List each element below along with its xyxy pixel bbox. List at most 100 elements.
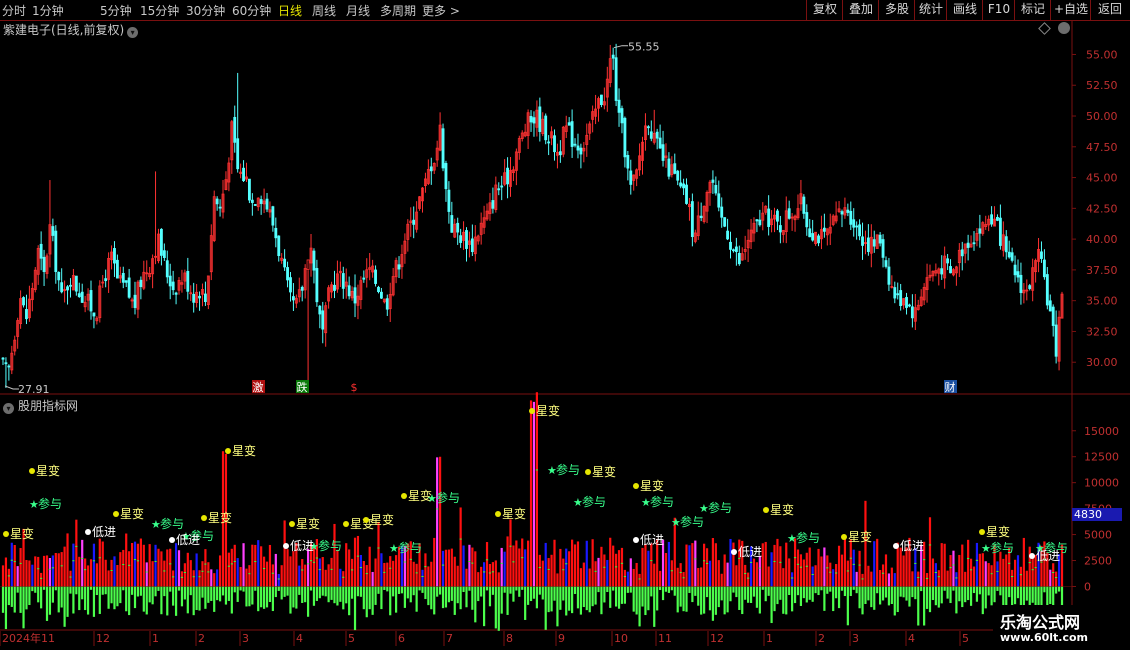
candle-body [1013, 264, 1017, 276]
indicator-neg-bar [893, 586, 896, 616]
indicator-neg-bar [969, 586, 973, 606]
chevron-down-icon[interactable]: ▾ [127, 27, 139, 38]
indicator-bar [964, 571, 967, 587]
indicator-bar [902, 555, 905, 587]
indicator-neg-bar [826, 586, 829, 594]
indicator-neg-bar [98, 586, 101, 614]
indicator-neg-bar [186, 586, 189, 614]
indicator-neg-bar [377, 586, 380, 594]
indicator-neg-bar [670, 586, 673, 591]
indicator-bar [262, 556, 266, 587]
stock-title: 紫建电子(日线,前复权) [3, 23, 125, 37]
indicator-neg-bar [207, 586, 210, 603]
indicator-neg-bar [761, 586, 764, 590]
indicator-bar [747, 572, 750, 587]
indicator-neg-bar [397, 586, 401, 594]
indicator-neg-bar [1025, 586, 1028, 601]
candle-body [447, 189, 451, 212]
candle-body [291, 296, 295, 301]
signal-label-star-change: 星变 [120, 506, 144, 521]
indicator-bar [195, 553, 198, 587]
indicator-bar [544, 542, 547, 587]
candle-body [726, 230, 730, 240]
indicator-neg-bar [700, 586, 703, 615]
indicator-bar [659, 570, 662, 587]
indicator-tick-label: 2500 [1084, 555, 1112, 568]
indicator-bar [717, 560, 720, 587]
candle-body [949, 266, 952, 274]
indicator-bar [450, 548, 453, 587]
indicator-neg-bar [729, 586, 732, 602]
indicator-neg-bar [955, 586, 958, 614]
candle-body [174, 292, 178, 295]
indicator-bar [189, 560, 192, 587]
candle-body [74, 275, 78, 292]
indicator-neg-bar [591, 586, 594, 607]
indicator-neg-bar [873, 586, 876, 610]
star-change-dot [343, 521, 349, 527]
indicator-neg-bar [257, 586, 260, 612]
indicator-neg-bar [515, 586, 518, 591]
candle-body [347, 285, 351, 297]
indicator-neg-bar [855, 586, 858, 594]
indicator-bar [34, 556, 37, 587]
indicator-bar [154, 544, 157, 587]
indicator-neg-bar [565, 586, 568, 616]
indicator-bar [752, 558, 756, 587]
indicator-bar [535, 392, 539, 587]
indicator-neg-bar [952, 586, 955, 591]
chart-canvas[interactable]: 55.00 52.50 50.00 47.50 45.00 42.50 40.00 37.50… [0, 0, 1130, 650]
indicator-neg-bar [40, 586, 43, 609]
indicator-bar [896, 542, 899, 587]
candle-body [236, 138, 240, 170]
indicator-bar [494, 560, 497, 587]
candle-body [787, 208, 791, 219]
candle-body [198, 295, 201, 299]
indicator-bar [151, 561, 154, 587]
chevron-down-icon[interactable]: ▾ [3, 403, 14, 414]
event-mark-label: 激 [253, 380, 264, 394]
indicator-bar [858, 550, 861, 587]
candle-body [218, 206, 222, 209]
indicator-neg-bar [107, 586, 110, 609]
candle-body [802, 196, 806, 214]
indicator-neg-bar [1013, 586, 1017, 605]
candle-body [321, 310, 325, 330]
event-mark-label: $ [351, 381, 358, 394]
indicator-neg-bar [412, 586, 415, 596]
indicator-bar [620, 547, 624, 587]
indicator-bar [86, 565, 90, 587]
candle-body [661, 144, 665, 161]
indicator-neg-bar [576, 586, 580, 609]
indicator-bar [119, 552, 122, 587]
indicator-neg-bar [647, 586, 650, 611]
candle-body [846, 209, 850, 213]
indicator-neg-bar [251, 586, 254, 605]
indicator-bar [538, 554, 541, 587]
x-axis-label: 1 [766, 632, 773, 645]
candle-body [673, 163, 677, 174]
indicator-tick-label: 10000 [1084, 477, 1119, 490]
indicator-neg-bar [104, 586, 107, 595]
indicator-neg-bar [327, 586, 330, 603]
panel-menu-icon[interactable] [1058, 22, 1070, 34]
indicator-bar [629, 558, 632, 587]
indicator-bar [330, 557, 333, 587]
indicator-neg-bar [389, 586, 392, 616]
indicator-bar [4, 557, 8, 587]
indicator-neg-bar [213, 586, 216, 612]
indicator-neg-bar [990, 586, 993, 606]
indicator-bar [283, 520, 286, 587]
indicator-neg-bar [333, 586, 336, 604]
indicator-bar [940, 543, 943, 587]
candle-body [42, 256, 46, 272]
indicator-tick-label: 5000 [1084, 529, 1112, 542]
candle-body [374, 269, 377, 284]
indicator-bar [198, 570, 201, 587]
low-entry-dot [731, 549, 737, 555]
indicator-bar [952, 550, 955, 587]
signal-label-participate: 参与 [318, 538, 342, 553]
indicator-bar [172, 570, 175, 587]
candle-body [1040, 251, 1043, 259]
indicator-neg-bar [1057, 586, 1061, 592]
